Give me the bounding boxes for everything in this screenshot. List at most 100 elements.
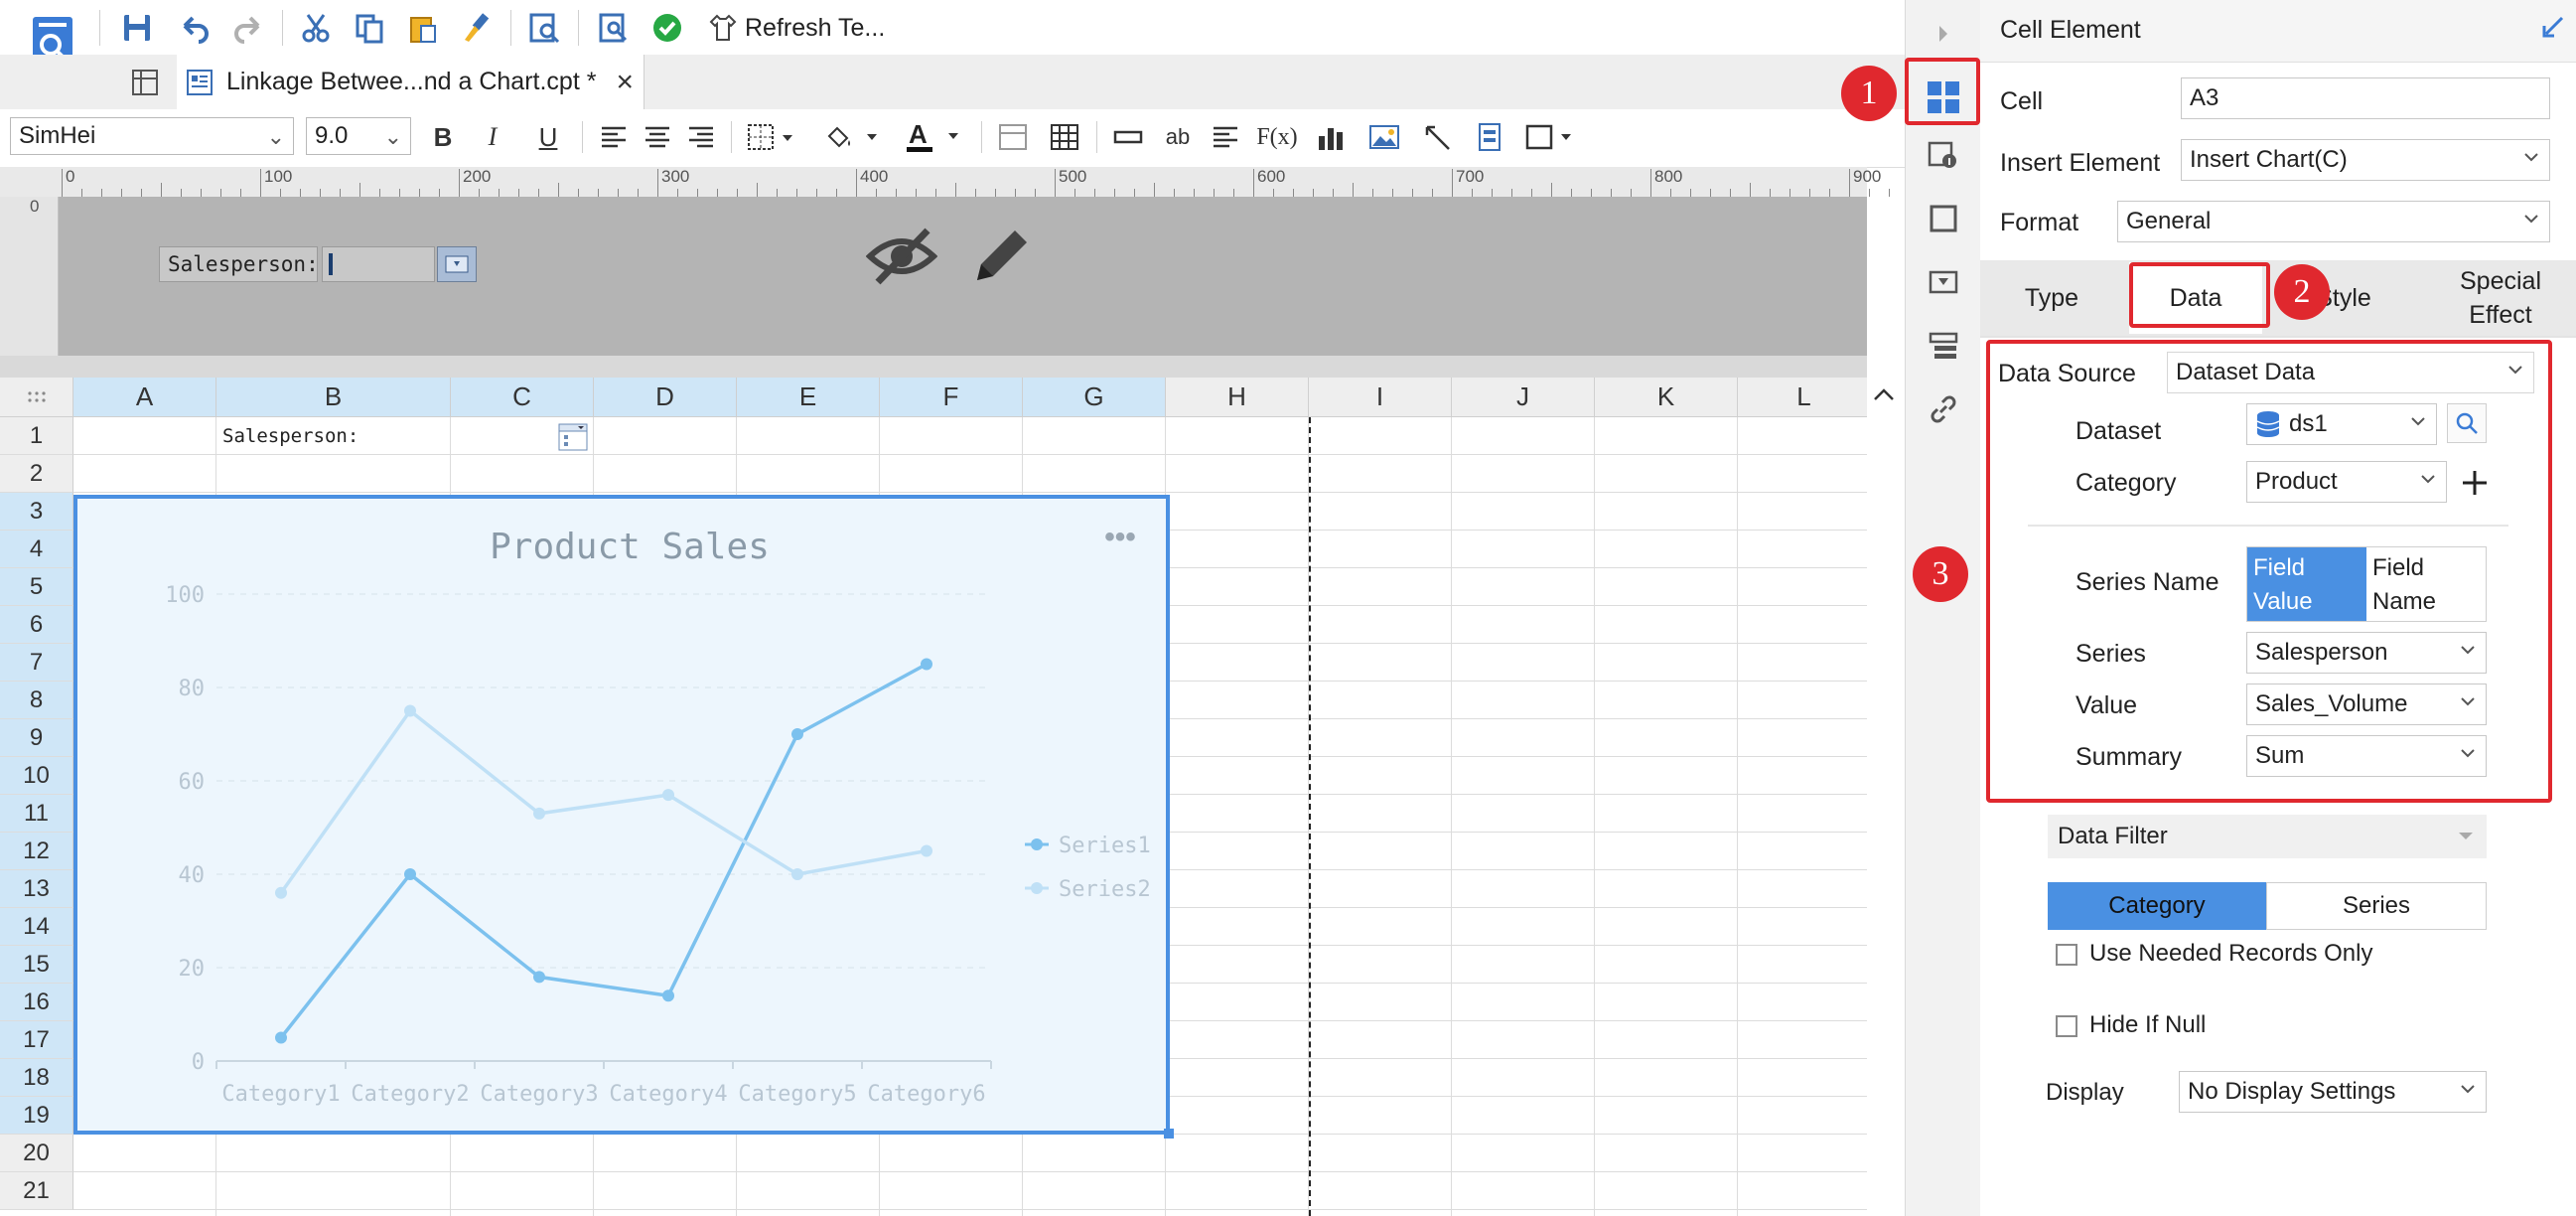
check-icon[interactable]: [647, 8, 687, 48]
italic-button[interactable]: I: [475, 117, 510, 157]
row-header-5[interactable]: 5: [0, 568, 73, 606]
refresh-template-button[interactable]: Refresh Te...: [707, 8, 896, 48]
save-icon[interactable]: [117, 8, 157, 48]
cell-attribute-icon[interactable]: [1928, 139, 1959, 171]
font-size-select[interactable]: 9.0 ⌄: [306, 117, 411, 155]
row-header-2[interactable]: 2: [0, 455, 73, 493]
align-left-icon[interactable]: [596, 117, 632, 157]
scroll-up-icon[interactable]: [1869, 383, 1899, 407]
expand-panel-icon[interactable]: [1932, 22, 1955, 46]
undo-icon[interactable]: [175, 8, 215, 48]
column-header-f[interactable]: F: [880, 378, 1023, 417]
align-center-icon[interactable]: [640, 117, 675, 157]
row-header-16[interactable]: 16: [0, 984, 73, 1021]
row-header-1[interactable]: 1: [0, 417, 73, 455]
row-header-15[interactable]: 15: [0, 946, 73, 984]
data-point: [921, 658, 932, 671]
cell-field[interactable]: A3: [2181, 77, 2550, 119]
chart-container[interactable]: Product Sales ••• 0 20 40 60 80 100 Category1 Cat…: [73, 495, 1170, 1135]
data-filter-header[interactable]: Data Filter: [2048, 815, 2487, 858]
insert-cell-icon[interactable]: [1110, 117, 1146, 157]
parameter-pane-icon[interactable]: [1928, 266, 1959, 298]
column-header-g[interactable]: G: [1023, 378, 1166, 417]
column-header-k[interactable]: K: [1595, 378, 1738, 417]
cell-border-dropdown-icon[interactable]: [1521, 117, 1581, 157]
use-needed-checkbox[interactable]: [2056, 944, 2077, 966]
preview-icon[interactable]: [524, 8, 564, 48]
row-header-18[interactable]: 18: [0, 1059, 73, 1097]
row-header-14[interactable]: 14: [0, 908, 73, 946]
hide-visibility-icon[interactable]: [865, 221, 938, 292]
copy-icon[interactable]: [350, 8, 389, 48]
row-header-12[interactable]: 12: [0, 833, 73, 870]
column-header-j[interactable]: J: [1452, 378, 1595, 417]
edit-pencil-icon[interactable]: [965, 221, 1037, 292]
row-header-19[interactable]: 19: [0, 1097, 73, 1135]
bold-button[interactable]: B: [425, 117, 461, 157]
column-header-h[interactable]: H: [1166, 378, 1309, 417]
close-tab-icon[interactable]: ×: [616, 66, 634, 99]
date-widget-icon[interactable]: [558, 423, 588, 451]
sub-report-icon[interactable]: [1470, 117, 1509, 157]
widget-settings-icon[interactable]: [1928, 203, 1959, 234]
cell-b1[interactable]: Salesperson:: [222, 417, 358, 455]
column-header-b[interactable]: B: [216, 378, 451, 417]
cut-icon[interactable]: [296, 8, 336, 48]
text-ab-icon[interactable]: ab: [1158, 117, 1198, 157]
row-header-9[interactable]: 9: [0, 719, 73, 757]
redo-icon[interactable]: [228, 8, 268, 48]
border-icon[interactable]: [743, 117, 802, 157]
format-select[interactable]: General: [2117, 201, 2550, 242]
row-header-3[interactable]: 3: [0, 493, 73, 531]
document-tab[interactable]: Linkage Betwee...nd a Chart.cpt * ×: [177, 55, 644, 109]
insert-element-select[interactable]: Insert Chart(C): [2181, 139, 2550, 181]
column-header-e[interactable]: E: [737, 378, 880, 417]
collapse-panel-icon[interactable]: [2538, 14, 2566, 42]
column-header-l[interactable]: L: [1738, 378, 1867, 417]
column-header-i[interactable]: I: [1309, 378, 1452, 417]
resize-handle[interactable]: [1164, 1129, 1174, 1139]
row-header-6[interactable]: 6: [0, 606, 73, 644]
filter-tab-category[interactable]: Category: [2048, 882, 2266, 930]
insert-chart-icon[interactable]: [1313, 117, 1349, 157]
tab-special-effect[interactable]: Special Effect: [2425, 262, 2576, 334]
select-all-corner[interactable]: [0, 378, 73, 417]
row-header-21[interactable]: 21: [0, 1172, 73, 1210]
rich-text-icon[interactable]: [1208, 117, 1243, 157]
filter-tab-series[interactable]: Series: [2266, 882, 2487, 930]
row-header-4[interactable]: 4: [0, 531, 73, 568]
paste-icon[interactable]: [403, 8, 443, 48]
row-header-7[interactable]: 7: [0, 644, 73, 682]
formula-icon[interactable]: F(x): [1256, 117, 1297, 157]
data-list-icon[interactable]: [1928, 330, 1959, 362]
hyperlink-icon[interactable]: [1928, 393, 1959, 425]
font-color-icon[interactable]: A: [902, 117, 967, 157]
row-header-13[interactable]: 13: [0, 870, 73, 908]
display-select[interactable]: No Display Settings: [2179, 1071, 2487, 1113]
search-doc-icon[interactable]: [594, 8, 634, 48]
table-grid-icon[interactable]: [1045, 117, 1084, 157]
underline-button[interactable]: U: [530, 117, 566, 157]
hide-if-null-checkbox[interactable]: [2056, 1015, 2077, 1037]
column-header-c[interactable]: C: [451, 378, 594, 417]
salesperson-param-input[interactable]: [322, 246, 435, 282]
ruler-tick: 100: [264, 167, 293, 186]
calendar-dropdown-icon[interactable]: [437, 246, 477, 282]
slash-line-icon[interactable]: [1418, 117, 1458, 157]
row-header-17[interactable]: 17: [0, 1021, 73, 1059]
column-header-a[interactable]: A: [73, 378, 216, 417]
tab-type[interactable]: Type: [1980, 262, 2123, 334]
row-header-11[interactable]: 11: [0, 795, 73, 833]
font-family-select[interactable]: SimHei ⌄: [10, 117, 294, 155]
fill-color-icon[interactable]: [820, 117, 886, 157]
document-tab-bar: Linkage Betwee...nd a Chart.cpt * ×: [0, 55, 1905, 110]
row-header-10[interactable]: 10: [0, 757, 73, 795]
insert-image-icon[interactable]: [1364, 117, 1404, 157]
merge-cells-icon[interactable]: [993, 117, 1033, 157]
column-header-d[interactable]: D: [594, 378, 737, 417]
row-header-8[interactable]: 8: [0, 682, 73, 719]
format-painter-icon[interactable]: [457, 8, 497, 48]
new-sheet-icon[interactable]: [125, 63, 165, 102]
row-header-20[interactable]: 20: [0, 1135, 73, 1172]
align-right-icon[interactable]: [683, 117, 719, 157]
